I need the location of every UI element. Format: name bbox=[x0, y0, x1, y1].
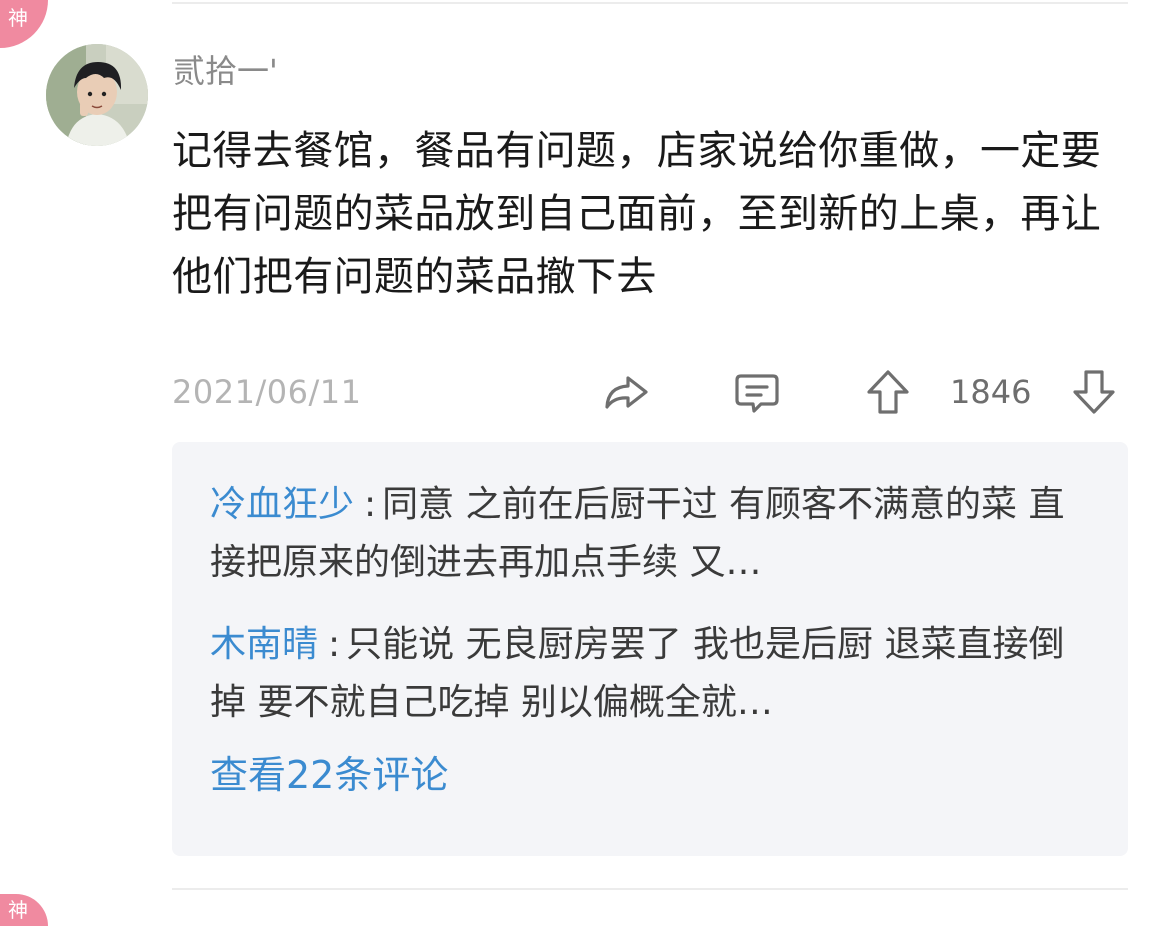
username[interactable]: 贰拾一' bbox=[173, 50, 278, 92]
reply-author[interactable]: 冷血狂少 bbox=[210, 484, 354, 525]
post-date: 2021/06/11 bbox=[172, 373, 362, 411]
view-all-comments-link[interactable]: 查看22条评论 bbox=[210, 750, 1090, 800]
avatar[interactable] bbox=[46, 44, 148, 146]
downvote-button[interactable] bbox=[1066, 364, 1122, 420]
god-comment-badge: 神 bbox=[0, 0, 48, 48]
share-icon bbox=[605, 376, 648, 409]
bottom-divider bbox=[172, 888, 1128, 890]
reply-item[interactable]: 冷血狂少: 同意 之前在后厨干过 有顾客不满意的菜 直接把原来的倒进去再加点手续 … bbox=[210, 476, 1090, 592]
share-button[interactable] bbox=[598, 364, 654, 420]
upvote-icon bbox=[867, 370, 909, 414]
post-text: 记得去餐馆，餐品有问题，店家说给你重做，一定要把有问题的菜品放到自己面前，至到新… bbox=[172, 128, 1102, 300]
reply-item[interactable]: 木南晴: 只能说 无良厨房罢了 我也是后厨 退菜直接倒掉 要不就自己吃掉 别以偏概… bbox=[210, 616, 1090, 732]
god-comment-badge: 神 bbox=[0, 894, 48, 926]
post-page: 神 贰拾一' 记得去餐馆，餐品有问题，店家说给你重做，一定要把有问题的菜品放到自… bbox=[0, 0, 1176, 926]
top-divider bbox=[172, 2, 1128, 4]
upvote-button[interactable] bbox=[860, 364, 916, 420]
vote-count: 1846 bbox=[950, 373, 1032, 411]
reply-separator: : bbox=[328, 624, 341, 665]
comment-button[interactable] bbox=[729, 364, 785, 420]
reply-separator: : bbox=[364, 484, 377, 525]
comment-icon bbox=[735, 374, 779, 413]
replies-panel: 冷血狂少: 同意 之前在后厨干过 有顾客不满意的菜 直接把原来的倒进去再加点手续 … bbox=[172, 442, 1128, 856]
downvote-icon bbox=[1073, 370, 1115, 414]
avatar-image bbox=[46, 44, 148, 146]
reply-author[interactable]: 木南晴 bbox=[210, 624, 318, 665]
